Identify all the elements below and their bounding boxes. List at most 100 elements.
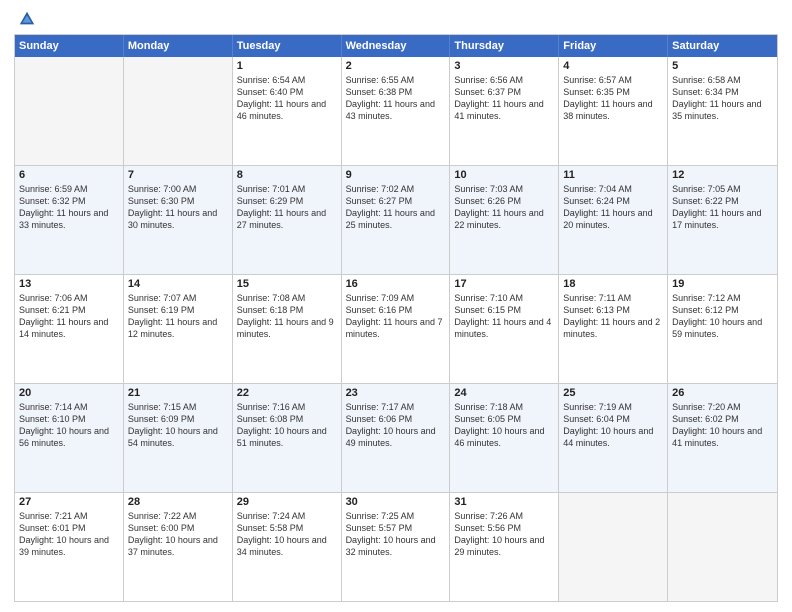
day-info: Sunrise: 7:07 AM Sunset: 6:19 PM Dayligh… — [128, 292, 228, 341]
day-info: Sunrise: 7:16 AM Sunset: 6:08 PM Dayligh… — [237, 401, 337, 450]
day-number: 10 — [454, 169, 554, 181]
table-row: 26 Sunrise: 7:20 AM Sunset: 6:02 PM Dayli… — [668, 384, 777, 492]
table-row: 18 Sunrise: 7:11 AM Sunset: 6:13 PM Dayli… — [559, 275, 668, 383]
day-number: 31 — [454, 496, 554, 508]
table-row: 16Sunrise: 7:09 AM Sunset: 6:16 PM Dayli… — [342, 275, 451, 383]
col-thursday: Thursday — [450, 35, 559, 57]
day-info: Sunrise: 6:58 AM Sunset: 6:34 PM Dayligh… — [672, 74, 773, 123]
day-info: Sunrise: 6:55 AM Sunset: 6:38 PM Dayligh… — [346, 74, 446, 123]
day-number: 8 — [237, 169, 337, 181]
day-info: Sunrise: 7:21 AM Sunset: 6:01 PM Dayligh… — [19, 510, 119, 559]
table-row: 28 Sunrise: 7:22 AM Sunset: 6:00 PM Dayli… — [124, 493, 233, 601]
table-row: 6 Sunrise: 6:59 AM Sunset: 6:32 PM Daylig… — [15, 166, 124, 274]
table-row: 13 Sunrise: 7:06 AM Sunset: 6:21 PM Dayli… — [15, 275, 124, 383]
calendar-header: Sunday Monday Tuesday Wednesday Thursday… — [15, 35, 777, 57]
day-number: 14 — [128, 278, 228, 290]
table-row: 7Sunrise: 7:00 AM Sunset: 6:30 PM Daylig… — [124, 166, 233, 274]
day-info: Sunrise: 6:54 AM Sunset: 6:40 PM Dayligh… — [237, 74, 337, 123]
calendar-row: 27Sunrise: 7:21 AM Sunset: 6:01 PM Dayli… — [15, 492, 777, 601]
table-row — [559, 493, 668, 601]
table-row — [15, 57, 124, 165]
day-info: Sunrise: 7:15 AM Sunset: 6:09 PM Dayligh… — [128, 401, 228, 450]
col-sunday: Sunday — [15, 35, 124, 57]
calendar-row: 20 Sunrise: 7:14 AM Sunset: 6:10 PM Dayli… — [15, 383, 777, 492]
table-row: 9Sunrise: 7:02 AM Sunset: 6:27 PM Daylig… — [342, 166, 451, 274]
table-row: 25 Sunrise: 7:19 AM Sunset: 6:04 PM Dayli… — [559, 384, 668, 492]
day-number: 6 — [19, 169, 119, 181]
table-row: 8 Sunrise: 7:01 AM Sunset: 6:29 PM Daylig… — [233, 166, 342, 274]
table-row: 22 Sunrise: 7:16 AM Sunset: 6:08 PM Dayli… — [233, 384, 342, 492]
day-info: Sunrise: 7:12 AM Sunset: 6:12 PM Dayligh… — [672, 292, 773, 341]
day-number: 26 — [672, 387, 773, 399]
day-info: Sunrise: 7:20 AM Sunset: 6:02 PM Dayligh… — [672, 401, 773, 450]
table-row: 11 Sunrise: 7:04 AM Sunset: 6:24 PM Dayli… — [559, 166, 668, 274]
table-row: 19 Sunrise: 7:12 AM Sunset: 6:12 PM Dayli… — [668, 275, 777, 383]
logo — [14, 10, 36, 28]
day-number: 16 — [346, 278, 446, 290]
day-number: 24 — [454, 387, 554, 399]
table-row: 29 Sunrise: 7:24 AM Sunset: 5:58 PM Dayli… — [233, 493, 342, 601]
day-number: 3 — [454, 60, 554, 72]
page: Sunday Monday Tuesday Wednesday Thursday… — [0, 0, 792, 612]
day-info: Sunrise: 7:22 AM Sunset: 6:00 PM Dayligh… — [128, 510, 228, 559]
day-info: Sunrise: 7:05 AM Sunset: 6:22 PM Dayligh… — [672, 183, 773, 232]
table-row — [124, 57, 233, 165]
day-number: 20 — [19, 387, 119, 399]
day-info: Sunrise: 7:11 AM Sunset: 6:13 PM Dayligh… — [563, 292, 663, 341]
day-info: Sunrise: 7:18 AM Sunset: 6:05 PM Dayligh… — [454, 401, 554, 450]
day-number: 18 — [563, 278, 663, 290]
table-row — [668, 493, 777, 601]
day-number: 9 — [346, 169, 446, 181]
day-number: 25 — [563, 387, 663, 399]
day-number: 11 — [563, 169, 663, 181]
day-number: 2 — [346, 60, 446, 72]
table-row: 4Sunrise: 6:57 AM Sunset: 6:35 PM Daylig… — [559, 57, 668, 165]
day-info: Sunrise: 7:17 AM Sunset: 6:06 PM Dayligh… — [346, 401, 446, 450]
day-number: 1 — [237, 60, 337, 72]
calendar-row: 1 Sunrise: 6:54 AM Sunset: 6:40 PM Daylig… — [15, 57, 777, 165]
day-number: 21 — [128, 387, 228, 399]
day-number: 13 — [19, 278, 119, 290]
day-number: 12 — [672, 169, 773, 181]
calendar-row: 6 Sunrise: 6:59 AM Sunset: 6:32 PM Daylig… — [15, 165, 777, 274]
col-tuesday: Tuesday — [233, 35, 342, 57]
table-row: 3Sunrise: 6:56 AM Sunset: 6:37 PM Daylig… — [450, 57, 559, 165]
calendar: Sunday Monday Tuesday Wednesday Thursday… — [14, 34, 778, 602]
day-info: Sunrise: 7:19 AM Sunset: 6:04 PM Dayligh… — [563, 401, 663, 450]
day-info: Sunrise: 7:00 AM Sunset: 6:30 PM Dayligh… — [128, 183, 228, 232]
logo-icon — [18, 10, 36, 28]
day-info: Sunrise: 7:26 AM Sunset: 5:56 PM Dayligh… — [454, 510, 554, 559]
day-info: Sunrise: 7:03 AM Sunset: 6:26 PM Dayligh… — [454, 183, 554, 232]
day-info: Sunrise: 7:10 AM Sunset: 6:15 PM Dayligh… — [454, 292, 554, 341]
col-friday: Friday — [559, 35, 668, 57]
table-row: 5 Sunrise: 6:58 AM Sunset: 6:34 PM Daylig… — [668, 57, 777, 165]
table-row: 21 Sunrise: 7:15 AM Sunset: 6:09 PM Dayli… — [124, 384, 233, 492]
col-monday: Monday — [124, 35, 233, 57]
day-number: 17 — [454, 278, 554, 290]
day-info: Sunrise: 7:24 AM Sunset: 5:58 PM Dayligh… — [237, 510, 337, 559]
table-row: 24 Sunrise: 7:18 AM Sunset: 6:05 PM Dayli… — [450, 384, 559, 492]
day-info: Sunrise: 6:59 AM Sunset: 6:32 PM Dayligh… — [19, 183, 119, 232]
table-row: 20 Sunrise: 7:14 AM Sunset: 6:10 PM Dayli… — [15, 384, 124, 492]
table-row: 12 Sunrise: 7:05 AM Sunset: 6:22 PM Dayli… — [668, 166, 777, 274]
day-number: 22 — [237, 387, 337, 399]
day-number: 15 — [237, 278, 337, 290]
day-number: 19 — [672, 278, 773, 290]
day-number: 28 — [128, 496, 228, 508]
day-number: 23 — [346, 387, 446, 399]
day-number: 5 — [672, 60, 773, 72]
day-info: Sunrise: 7:01 AM Sunset: 6:29 PM Dayligh… — [237, 183, 337, 232]
day-info: Sunrise: 7:08 AM Sunset: 6:18 PM Dayligh… — [237, 292, 337, 341]
table-row: 31 Sunrise: 7:26 AM Sunset: 5:56 PM Dayli… — [450, 493, 559, 601]
table-row: 14 Sunrise: 7:07 AM Sunset: 6:19 PM Dayli… — [124, 275, 233, 383]
day-info: Sunrise: 7:06 AM Sunset: 6:21 PM Dayligh… — [19, 292, 119, 341]
table-row: 23 Sunrise: 7:17 AM Sunset: 6:06 PM Dayli… — [342, 384, 451, 492]
day-info: Sunrise: 7:14 AM Sunset: 6:10 PM Dayligh… — [19, 401, 119, 450]
table-row: 1 Sunrise: 6:54 AM Sunset: 6:40 PM Daylig… — [233, 57, 342, 165]
day-number: 29 — [237, 496, 337, 508]
col-wednesday: Wednesday — [342, 35, 451, 57]
day-info: Sunrise: 7:25 AM Sunset: 5:57 PM Dayligh… — [346, 510, 446, 559]
day-info: Sunrise: 7:04 AM Sunset: 6:24 PM Dayligh… — [563, 183, 663, 232]
table-row: 17 Sunrise: 7:10 AM Sunset: 6:15 PM Dayli… — [450, 275, 559, 383]
day-number: 4 — [563, 60, 663, 72]
